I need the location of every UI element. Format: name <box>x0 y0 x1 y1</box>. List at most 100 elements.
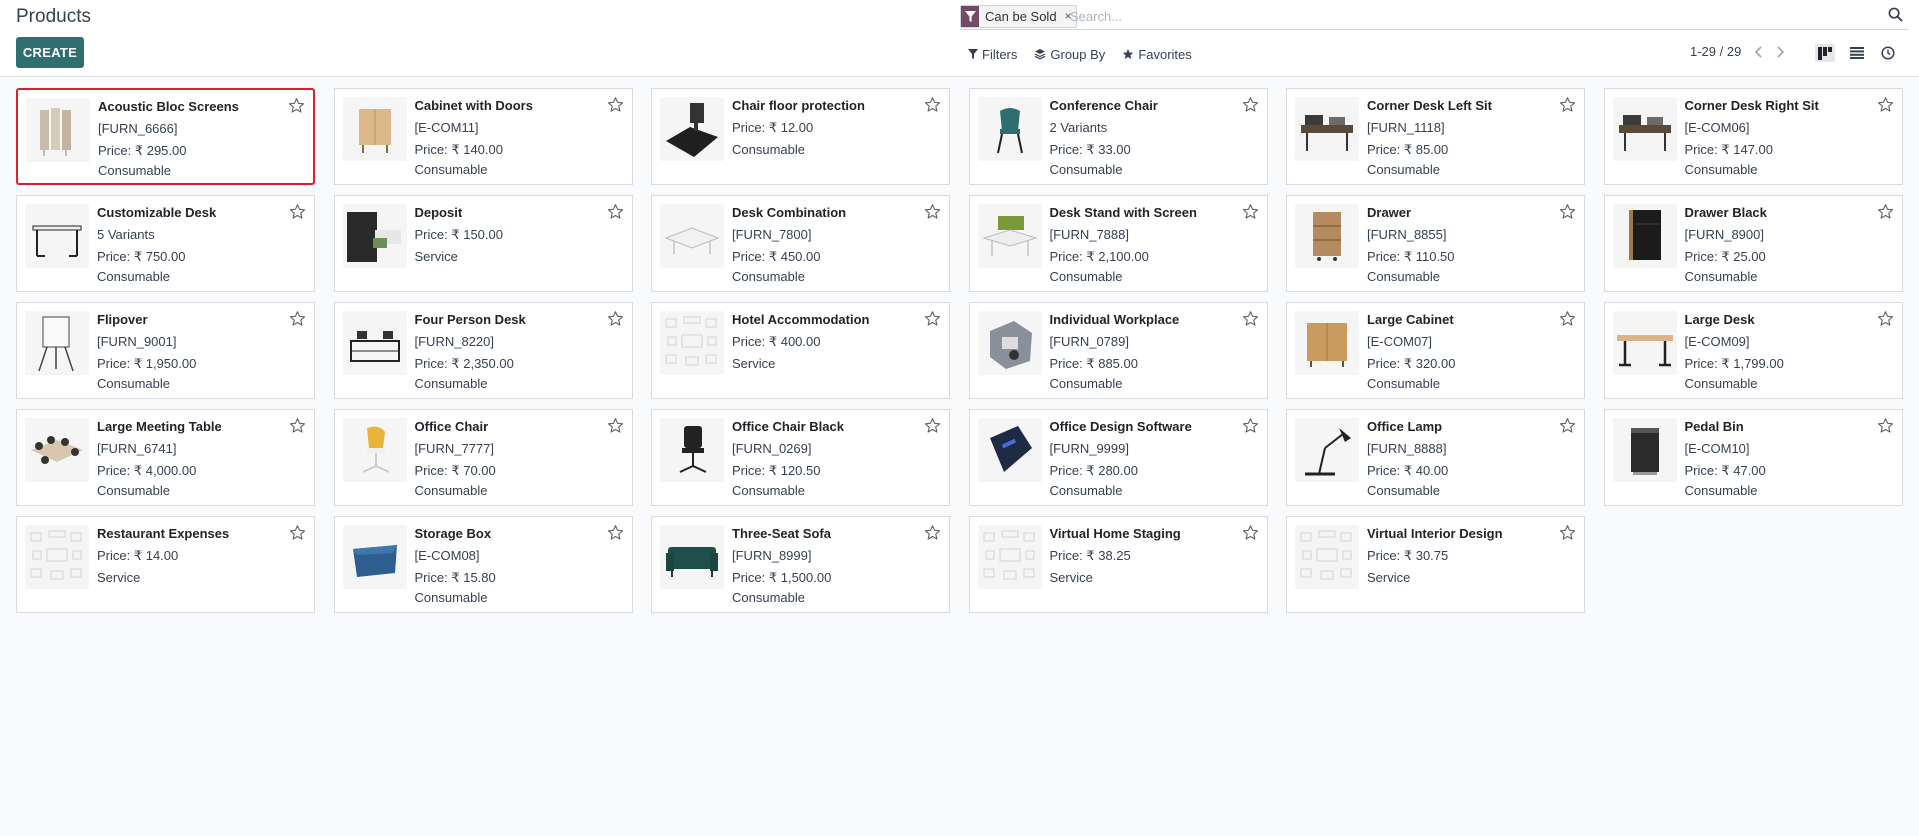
star-icon[interactable] <box>1877 203 1894 220</box>
product-card[interactable]: Restaurant Expenses Price: ₹ 14.00 Service <box>16 516 315 613</box>
product-line-3: Consumable <box>1684 269 1758 284</box>
product-card[interactable]: Office Chair [FURN_7777] Price: ₹ 70.00 Con… <box>333 409 633 506</box>
product-card[interactable]: Deposit Price: ₹ 150.00 Service <box>333 195 633 292</box>
star-icon[interactable] <box>924 417 941 434</box>
product-line-1: [FURN_6741] <box>97 441 177 456</box>
product-image <box>342 311 407 375</box>
product-line-2: Price: ₹ 140.00 <box>414 142 504 157</box>
product-card[interactable]: Desk Stand with Screen [FURN_7888] Price: … <box>968 195 1268 292</box>
product-line-1: [E-COM06] <box>1684 120 1750 135</box>
product-card[interactable]: Corner Desk Right Sit [E-COM06] Price: ₹ 1… <box>1603 88 1903 185</box>
product-card[interactable]: Desk Combination [FURN_7800] Price: ₹ 450.… <box>651 195 950 292</box>
star-icon <box>1123 49 1134 59</box>
product-card[interactable]: Flipover [FURN_9001] Price: ₹ 1,950.00 Cons… <box>16 302 315 399</box>
product-card[interactable]: Conference Chair 2 Variants Price: ₹ 33.00… <box>968 88 1268 185</box>
search-facet: Can be Sold × <box>960 5 1077 28</box>
star-icon[interactable] <box>1877 96 1894 113</box>
star-icon[interactable] <box>289 203 306 220</box>
product-image <box>1612 204 1677 268</box>
pager-previous-button[interactable] <box>1753 44 1767 62</box>
product-line-3: Consumable <box>732 483 805 498</box>
star-icon[interactable] <box>289 417 306 434</box>
product-line-3: Consumable <box>414 162 488 177</box>
product-card[interactable]: Office Chair Black [FURN_0269] Price: ₹ 12… <box>651 409 950 506</box>
product-card[interactable]: Three-Seat Sofa [FURN_8999] Price: ₹ 1,500… <box>651 516 950 613</box>
product-line-1: [FURN_7800] <box>732 227 812 242</box>
product-card[interactable]: Customizable Desk 5 Variants Price: ₹ 750.… <box>16 195 315 292</box>
product-card[interactable]: Pedal Bin [E-COM10] Price: ₹ 47.00 Consumab… <box>1603 409 1903 506</box>
star-icon[interactable] <box>1242 96 1259 113</box>
star-icon[interactable] <box>1877 310 1894 327</box>
favorites-button[interactable]: Favorites <box>1122 44 1192 64</box>
product-card[interactable]: Corner Desk Left Sit [FURN_1118] Price: ₹ … <box>1286 88 1585 185</box>
product-name: Desk Stand with Screen <box>1049 205 1197 220</box>
product-image <box>1295 204 1359 268</box>
star-icon[interactable] <box>1242 417 1259 434</box>
group-by-button[interactable]: Group By <box>1034 44 1105 64</box>
product-card[interactable]: Storage Box [E-COM08] Price: ₹ 15.80 Consum… <box>333 516 633 613</box>
star-icon[interactable] <box>924 96 941 113</box>
star-icon[interactable] <box>607 203 624 220</box>
page-title: Products <box>16 6 91 27</box>
star-icon[interactable] <box>1559 524 1576 541</box>
product-name: Conference Chair <box>1049 98 1158 113</box>
product-line-3: Consumable <box>97 376 170 391</box>
product-line-2: Price: ₹ 110.50 <box>1367 249 1455 264</box>
star-icon[interactable] <box>1559 417 1576 434</box>
star-icon[interactable] <box>1242 310 1259 327</box>
star-icon[interactable] <box>607 417 624 434</box>
star-icon[interactable] <box>1242 524 1259 541</box>
product-card[interactable]: Four Person Desk [FURN_8220] Price: ₹ 2,35… <box>333 302 633 399</box>
product-image <box>977 311 1042 375</box>
star-icon[interactable] <box>607 524 624 541</box>
star-icon[interactable] <box>1877 417 1894 434</box>
star-icon[interactable] <box>607 310 624 327</box>
star-icon[interactable] <box>607 96 624 113</box>
product-card[interactable]: Office Lamp [FURN_8888] Price: ₹ 40.00 Cons… <box>1286 409 1585 506</box>
search-bar: Can be Sold × <box>960 3 1908 30</box>
star-icon[interactable] <box>924 310 941 327</box>
star-icon[interactable] <box>289 310 306 327</box>
star-icon[interactable] <box>924 524 941 541</box>
list-view-button[interactable] <box>1847 44 1867 62</box>
product-card[interactable]: Hotel Accommodation Price: ₹ 400.00 Servic… <box>651 302 950 399</box>
star-icon[interactable] <box>289 524 306 541</box>
product-name: Hotel Accommodation <box>732 312 870 327</box>
product-card[interactable]: Large Desk [E-COM09] Price: ₹ 1,799.00 Cons… <box>1603 302 1903 399</box>
activity-view-button[interactable] <box>1878 44 1898 62</box>
star-icon[interactable] <box>288 97 305 114</box>
product-line-1: [FURN_7888] <box>1049 227 1129 242</box>
product-card[interactable]: Acoustic Bloc Screens [FURN_6666] Price: ₹… <box>16 88 315 185</box>
star-icon[interactable] <box>924 203 941 220</box>
product-name: Large Meeting Table <box>97 419 222 434</box>
product-card[interactable]: Cabinet with Doors [E-COM11] Price: ₹ 140.… <box>333 88 633 185</box>
product-line-3: Consumable <box>1367 162 1440 177</box>
product-image <box>25 418 89 482</box>
pager-next-button[interactable] <box>1774 44 1788 62</box>
star-icon[interactable] <box>1559 203 1576 220</box>
kanban-view-button[interactable] <box>1815 44 1835 62</box>
create-button[interactable]: CREATE <box>16 37 84 68</box>
product-image <box>1295 418 1359 482</box>
search-icon[interactable] <box>1888 7 1904 23</box>
product-card[interactable]: Office Design Software [FURN_9999] Price: … <box>968 409 1268 506</box>
product-card[interactable]: Virtual Home Staging Price: ₹ 38.25 Servic… <box>968 516 1268 613</box>
product-card[interactable]: Drawer Black [FURN_8900] Price: ₹ 25.00 Con… <box>1603 195 1903 292</box>
product-name: Corner Desk Right Sit <box>1684 98 1819 113</box>
product-image <box>977 525 1042 589</box>
star-icon[interactable] <box>1559 96 1576 113</box>
product-card[interactable]: Large Cabinet [E-COM07] Price: ₹ 320.00 Con… <box>1286 302 1585 399</box>
star-icon[interactable] <box>1559 310 1576 327</box>
search-input[interactable] <box>1068 5 1852 28</box>
product-card[interactable]: Individual Workplace [FURN_0789] Price: ₹ … <box>968 302 1268 399</box>
star-icon[interactable] <box>1242 203 1259 220</box>
product-line-1: [FURN_9001] <box>97 334 177 349</box>
filters-button[interactable]: Filters <box>968 44 1017 64</box>
pager-value[interactable]: 1-29 / 29 <box>1690 44 1741 59</box>
product-card[interactable]: Chair floor protection Price: ₹ 12.00 Cons… <box>651 88 950 185</box>
product-card[interactable]: Large Meeting Table [FURN_6741] Price: ₹ 4… <box>16 409 315 506</box>
product-image <box>342 525 407 589</box>
product-line-1: [E-COM07] <box>1367 334 1433 349</box>
product-card[interactable]: Drawer [FURN_8855] Price: ₹ 110.50 Consumab… <box>1286 195 1585 292</box>
product-card[interactable]: Virtual Interior Design Price: ₹ 30.75 Ser… <box>1286 516 1585 613</box>
